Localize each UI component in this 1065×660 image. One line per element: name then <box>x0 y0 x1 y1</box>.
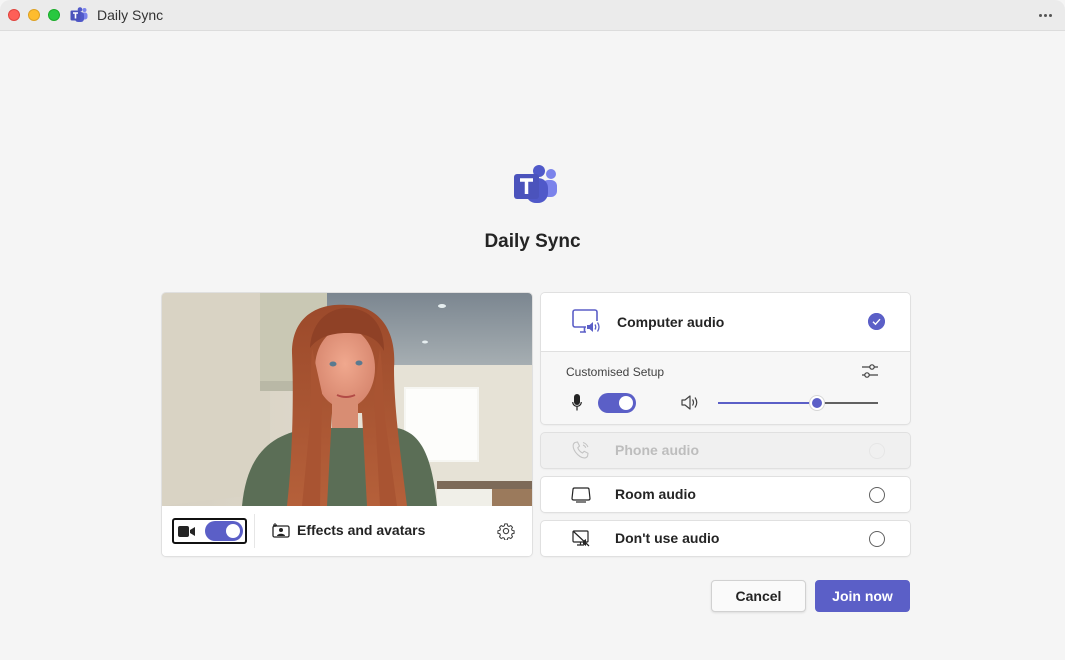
divider <box>254 514 255 548</box>
computer-audio-card: Computer audio Customised Setup <box>541 293 910 424</box>
camera-toggle[interactable] <box>205 521 243 541</box>
computer-speaker-icon <box>572 309 600 333</box>
volume-fill <box>718 402 818 404</box>
join-now-button[interactable]: Join now <box>815 580 910 612</box>
audio-settings-sliders-icon[interactable] <box>861 363 878 379</box>
camera-icon <box>178 526 195 537</box>
room-device-icon <box>571 487 591 503</box>
close-window-button[interactable] <box>8 9 20 21</box>
no-audio-label: Don't use audio <box>615 530 720 546</box>
computer-audio-label: Computer audio <box>617 314 725 330</box>
phone-audio-option: Phone audio <box>541 433 910 468</box>
room-audio-label: Room audio <box>615 486 696 502</box>
effects-icon <box>272 523 290 538</box>
volume-thumb[interactable] <box>810 396 825 410</box>
title-bar: Daily Sync <box>0 0 1065 31</box>
customised-setup-label: Customised Setup <box>566 365 665 379</box>
teams-prejoin-window: Daily Sync Daily Sync Effects and avatar… <box>0 0 1065 660</box>
cancel-button[interactable]: Cancel <box>711 580 806 612</box>
phone-audio-label: Phone audio <box>615 442 699 458</box>
teams-icon <box>70 7 88 22</box>
phone-icon <box>572 441 589 459</box>
window-title: Daily Sync <box>97 7 164 23</box>
phone-audio-radio <box>869 443 885 459</box>
room-audio-option[interactable]: Room audio <box>541 477 910 512</box>
microphone-toggle[interactable] <box>598 393 636 413</box>
more-horizontal-icon <box>1038 13 1042 17</box>
gear-icon[interactable] <box>497 522 515 540</box>
effects-and-avatars-button[interactable]: Effects and avatars <box>297 522 425 538</box>
selected-check-icon <box>868 313 885 330</box>
video-controls-bar: Effects and avatars <box>162 506 532 556</box>
camera-preview <box>162 293 532 506</box>
video-preview-card: Effects and avatars <box>162 293 532 556</box>
minimize-window-button[interactable] <box>28 9 40 21</box>
teams-logo-icon <box>514 165 557 203</box>
no-audio-icon <box>572 530 590 547</box>
zoom-window-button[interactable] <box>48 9 60 21</box>
camera-toggle-group[interactable] <box>172 518 247 544</box>
more-options-button[interactable] <box>1035 6 1055 24</box>
room-audio-radio[interactable] <box>869 487 885 503</box>
no-audio-option[interactable]: Don't use audio <box>541 521 910 556</box>
meeting-title: Daily Sync <box>484 231 581 252</box>
speaker-icon <box>681 395 698 410</box>
microphone-icon <box>572 394 582 411</box>
no-audio-radio[interactable] <box>869 531 885 547</box>
computer-audio-option[interactable]: Computer audio <box>541 293 910 352</box>
speaker-volume-slider[interactable] <box>718 396 878 410</box>
